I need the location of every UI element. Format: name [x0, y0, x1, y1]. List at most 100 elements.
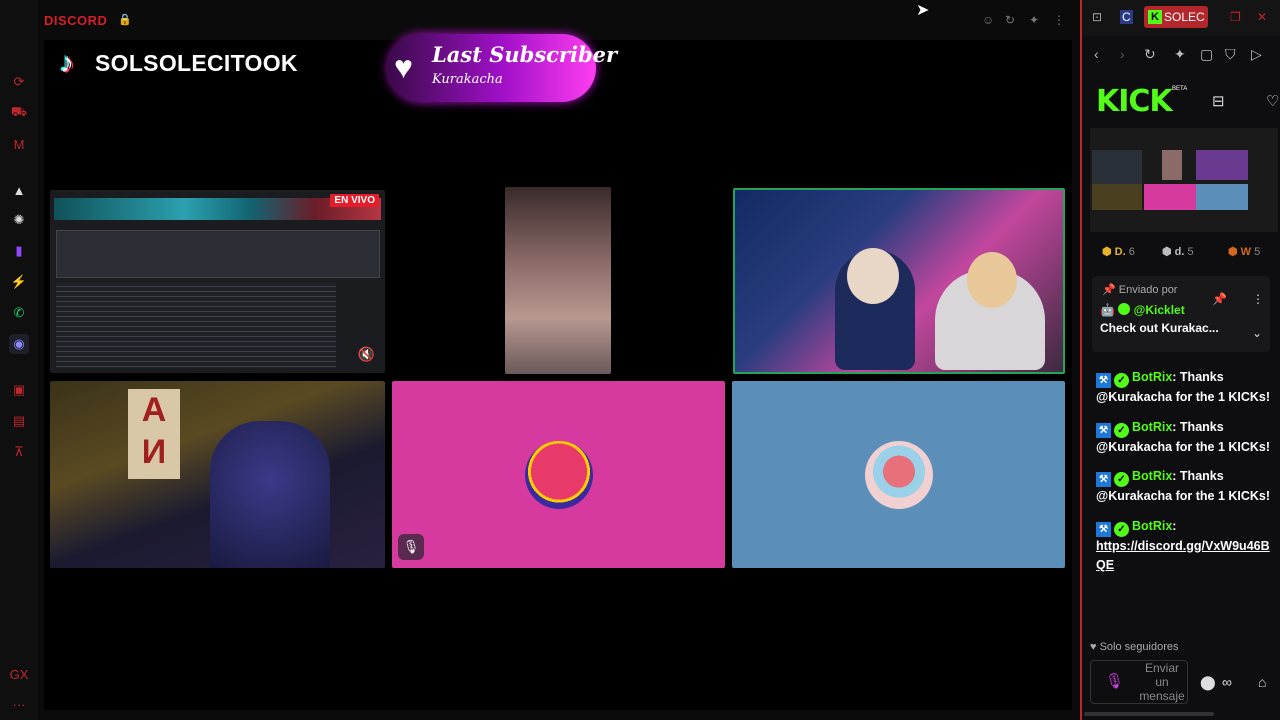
moderator-icon: ⚒: [1096, 472, 1111, 487]
wall-sign: AИ: [128, 389, 180, 479]
shield-icon[interactable]: ⛉: [1225, 46, 1236, 63]
chat-username[interactable]: BotRix: [1132, 420, 1172, 434]
thumb-tile: [1196, 184, 1248, 210]
aria-icon[interactable]: ▲: [9, 180, 29, 200]
chat-input[interactable]: 🎙 Enviar un mensaje: [1090, 660, 1188, 704]
participant-figure: [210, 421, 330, 568]
chat-list: ⚒ ✓ BotRix: Thanks @Kurakacha for the 1 KI…: [1096, 368, 1272, 586]
avatar: [524, 440, 593, 509]
back-icon[interactable]: ‹: [1094, 46, 1099, 62]
kick-tab-icon: K: [1148, 10, 1162, 24]
followers-only-notice: ♥ Solo seguidores: [1090, 641, 1178, 653]
refresh-icon[interactable]: ⟳: [9, 72, 29, 92]
restore-icon[interactable]: ❐: [1230, 10, 1241, 24]
gamepad-icon[interactable]: ⊡: [1092, 10, 1102, 24]
screenshot-icon[interactable]: ▢: [1200, 46, 1213, 63]
reload-icon[interactable]: ↻: [1005, 13, 1015, 27]
avatar-tile-pink[interactable]: 🎙: [392, 381, 725, 568]
speaker-muted-icon[interactable]: 🔇: [358, 346, 375, 363]
gifter-name: D.: [1114, 246, 1126, 258]
last-subscriber-label: Last Subscriber: [432, 42, 618, 67]
avatar-tile-blue[interactable]: [732, 381, 1065, 568]
channel-name: SOLSOLECITOOK: [95, 50, 298, 76]
verified-icon: [1118, 303, 1131, 315]
gifter-badge: ⬢ W 5: [1228, 245, 1260, 258]
chat-username[interactable]: BotRix: [1132, 519, 1172, 533]
shop-icon[interactable]: ⌂: [1258, 674, 1266, 690]
pin-icon: 📌: [1102, 284, 1116, 296]
chat-username[interactable]: BotRix: [1132, 370, 1172, 384]
gifter-badge: ⬢ D. 6: [1102, 245, 1135, 258]
more-icon[interactable]: ⋮: [1252, 292, 1264, 306]
more-icon[interactable]: ···: [9, 694, 29, 714]
gifter-count: 5: [1254, 246, 1261, 258]
chat-message: ⚒ ✓ BotRix: https://discord.gg/VxW9u46BQE: [1096, 518, 1270, 573]
kick-logo: KICK: [1096, 84, 1173, 119]
dj-decks: [56, 230, 380, 278]
chatgpt-icon[interactable]: ✺: [9, 210, 29, 230]
horizontal-scrollbar[interactable]: [1084, 712, 1214, 716]
panel-nav-row: ‹ › ↻ ✦ ▢ ⛉ ▷: [1082, 40, 1280, 68]
gx-icon[interactable]: GX: [9, 664, 29, 684]
video-tile-dj-software[interactable]: EN VIVO 🔇: [50, 190, 385, 373]
forward-icon[interactable]: ›: [1120, 46, 1125, 62]
track-list: [56, 282, 336, 368]
box-icon[interactable]: ▤: [9, 411, 29, 431]
emoji-icon[interactable]: ☺: [982, 13, 994, 27]
pinned-message[interactable]: 📌 Enviado por 🤖 @Kicklet Check out Kurak…: [1092, 276, 1270, 352]
tiktok-logo-icon: ♪: [60, 47, 74, 78]
stream-view: [44, 40, 1072, 710]
popout-icon[interactable]: ⊟: [1212, 92, 1225, 110]
emote-icon[interactable]: ⬤: [1200, 674, 1216, 691]
pin-icon[interactable]: ✦: [1029, 13, 1039, 27]
pinned-user[interactable]: 🤖 @Kicklet: [1100, 303, 1185, 317]
pinned-text: Check out Kurakac...: [1100, 321, 1219, 335]
reload-icon[interactable]: ↻: [1144, 46, 1156, 63]
avatar: [864, 440, 933, 509]
thumb-tile: [1092, 184, 1142, 210]
gmail-icon[interactable]: M: [9, 134, 29, 154]
square-icon[interactable]: ▣: [9, 380, 29, 400]
gold-badge-icon: ⬢: [1102, 246, 1112, 258]
mouse-cursor-icon: ➤: [916, 2, 930, 19]
extension-icon[interactable]: C: [1120, 10, 1133, 24]
close-icon[interactable]: ✕: [1257, 10, 1267, 24]
video-tile-room[interactable]: AИ: [50, 381, 385, 568]
live-tag: EN VIVO: [330, 194, 379, 207]
followers-only-label: Solo seguidores: [1099, 641, 1179, 653]
chat-input-placeholder: Enviar un mensaje: [1139, 661, 1185, 703]
chat-username[interactable]: BotRix: [1132, 469, 1172, 483]
chevron-down-icon[interactable]: ⌄: [1252, 326, 1262, 340]
gifter-count: 6: [1128, 246, 1135, 258]
unpin-icon[interactable]: 📌: [1212, 292, 1227, 306]
top-gifters: ⬢ D. 6 ⬢ d. 5 ⬢ W 5: [1102, 245, 1280, 259]
discord-icon[interactable]: ◉: [9, 334, 29, 354]
pinned-header: 📌 Enviado por: [1102, 283, 1177, 296]
video-tile-speaking[interactable]: [733, 188, 1065, 374]
lock-icon: 🔒: [118, 14, 132, 26]
pinned-username: @Kicklet: [1133, 303, 1185, 317]
twitch-icon[interactable]: ▮: [9, 241, 29, 261]
gifter-badge: ⬢ d. 5: [1162, 245, 1194, 258]
heart-outline-icon[interactable]: ♡: [1266, 92, 1279, 110]
more-icon[interactable]: ⋮: [1053, 13, 1065, 27]
stream-thumbnail[interactable]: [1090, 128, 1278, 232]
video-tile-portrait[interactable]: [505, 187, 611, 374]
whatsapp-icon[interactable]: ✆: [9, 303, 29, 323]
microphone-icon[interactable]: 🎙: [1105, 672, 1124, 690]
pin-icon[interactable]: ⊼: [9, 442, 29, 462]
briefcase-icon[interactable]: ⛟: [9, 103, 29, 123]
gifter-count: 5: [1187, 246, 1194, 258]
participant-head: [847, 248, 899, 304]
kick-tab[interactable]: K SOLEC: [1144, 6, 1208, 28]
silver-badge-icon: ⬢: [1162, 246, 1172, 258]
infinity-icon[interactable]: ∞: [1222, 674, 1232, 690]
send-icon[interactable]: ▷: [1251, 46, 1262, 63]
app-title: DISCORD: [44, 13, 108, 28]
pin-icon[interactable]: ✦: [1174, 46, 1186, 63]
chat-link[interactable]: https://discord.gg/VxW9u46BQE: [1096, 539, 1270, 573]
messenger-icon[interactable]: ⚡: [9, 272, 29, 292]
side-panel: ⊡ C K SOLEC ❐ ✕ ‹ › ↻ ✦ ▢ ⛉ ▷ KICK BETA …: [1080, 0, 1280, 720]
thumb-tile: [1162, 150, 1182, 180]
verified-icon: ✓: [1114, 472, 1129, 487]
